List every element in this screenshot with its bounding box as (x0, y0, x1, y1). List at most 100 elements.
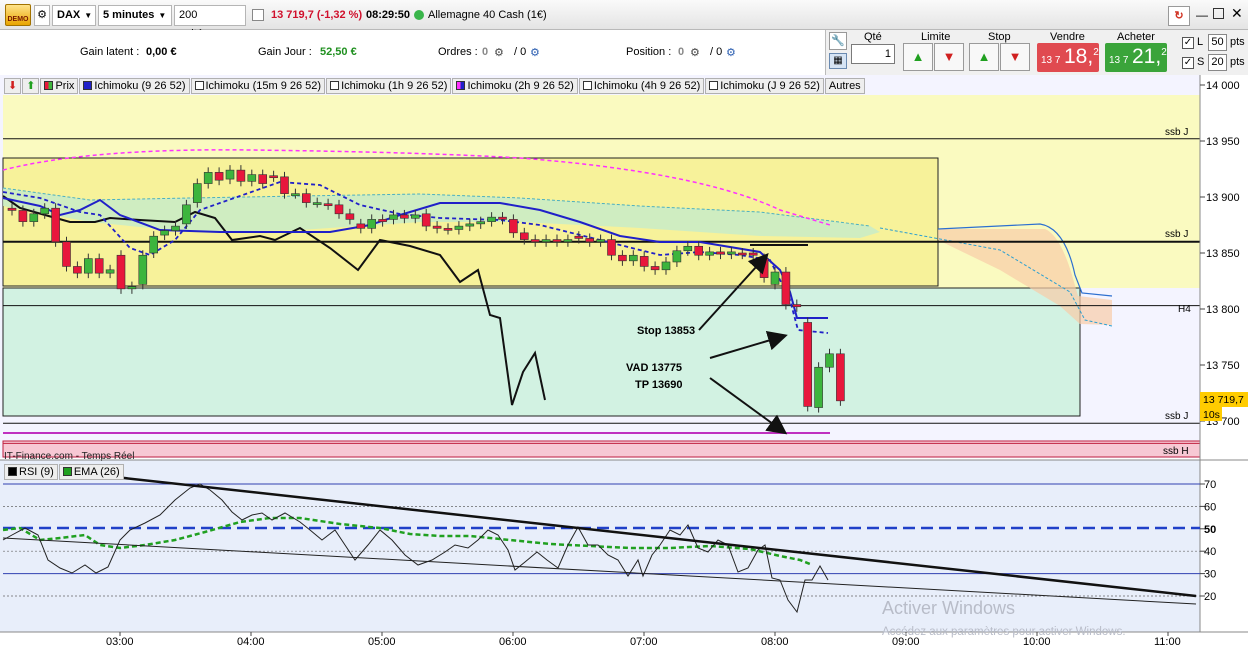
rsi-legend: RSI (9) EMA (26) (4, 464, 125, 480)
legend-ichimoku-2[interactable]: Ichimoku (15m 9 26 52) (190, 78, 326, 94)
candle-body (171, 225, 180, 231)
legend-ichimoku-6[interactable]: Ichimoku (J 9 26 52) (705, 78, 824, 94)
candle-body (410, 214, 420, 219)
candle-body (301, 193, 311, 203)
rsi-ticks: 70 60 50 40 30 20 (1200, 479, 1216, 603)
candle-body (825, 353, 834, 368)
legend-label: Ichimoku (15m 9 26 52) (205, 80, 322, 92)
checkbox-icon (709, 81, 719, 90)
stop-buy-button[interactable]: ▲ (969, 43, 999, 71)
candle-body (454, 225, 464, 230)
arrow-down-icon[interactable]: ⬇ (4, 78, 22, 94)
sell-price-digits: 18, (1064, 45, 1094, 68)
refresh-icon[interactable]: ↻ (1168, 6, 1190, 26)
color-swatch-icon (456, 81, 466, 90)
zone-box-green (2, 287, 1081, 417)
candle-body (541, 239, 551, 243)
position-total: / 0 (710, 46, 723, 58)
position-gear-icon[interactable]: ⚙ (690, 46, 700, 59)
legend-ema[interactable]: EMA (26) (58, 464, 124, 480)
price-tick-label: 13 900 (1206, 192, 1240, 204)
candle-body (323, 203, 333, 207)
legend-autres-button[interactable]: Autres (824, 78, 865, 94)
watermark-subtitle: Accédez aux paramètres pour activer Wind… (882, 626, 1126, 638)
ordres-gear-icon[interactable]: ⚙ (494, 46, 504, 59)
legend-rsi[interactable]: RSI (9) (4, 464, 58, 480)
candle-body (694, 245, 704, 256)
rsi-tick-label: 60 (1204, 501, 1216, 513)
market-status-icon (414, 10, 424, 20)
ssb-h-label: ssb H (1163, 446, 1189, 457)
time-tick-label: 11:00 (1154, 636, 1181, 648)
legend-prix-label: Prix (55, 80, 75, 92)
stop-pts-input[interactable]: 20 (1208, 54, 1227, 71)
legend-ichimoku-3[interactable]: Ichimoku (1h 9 26 52) (326, 78, 452, 94)
checkbox-icon (194, 81, 204, 90)
info-icon[interactable] (252, 9, 264, 21)
candle-body (727, 251, 736, 255)
gain-latent-label: Gain latent : (80, 46, 140, 58)
price-chart[interactable]: Stop 13853 VAD 13775 TP 13690 ssb J ssb … (0, 75, 1248, 651)
sell-button[interactable]: 13 7 18,2 (1037, 43, 1099, 72)
candle-body (356, 223, 366, 229)
candle-body (214, 172, 224, 181)
legend-label: Ichimoku (4h 9 26 52) (593, 80, 701, 92)
close-button[interactable]: ✕ (1231, 5, 1243, 22)
sell-price-decimal: 2 (1093, 47, 1099, 58)
quantity-input[interactable]: 1 (851, 44, 895, 64)
limit-pts-input[interactable]: 50 (1208, 34, 1227, 51)
legend-prix[interactable]: Prix (40, 78, 79, 94)
ordres-value: 0 (482, 46, 489, 58)
legend-ichimoku-4[interactable]: Ichimoku (2h 9 26 52) (452, 78, 578, 94)
stop-checkbox[interactable]: ✓ (1182, 57, 1194, 69)
price-tick-label: 13 750 (1206, 360, 1240, 372)
minimize-button[interactable]: — (1196, 8, 1208, 22)
qty-label: Qté (864, 31, 882, 43)
candle-body (661, 261, 671, 271)
keypad-icon[interactable]: ▦ (829, 53, 847, 69)
candle-body (748, 252, 758, 256)
ordres-settings-icon[interactable]: ⚙ (530, 46, 540, 59)
limit-checkbox[interactable]: ✓ (1182, 37, 1194, 49)
clock-time: 08:29:50 (366, 9, 411, 21)
candle-body (312, 202, 322, 205)
zone-top-yellow (3, 95, 1200, 128)
account-info-bar: Gain latent : 0,00 € Gain Jour : 52,50 €… (0, 30, 825, 75)
time-tick-label: 07:00 (630, 636, 658, 648)
candle-body (40, 207, 50, 215)
legend-ichimoku-5[interactable]: Ichimoku (4h 9 26 52) (578, 78, 705, 94)
instrument-select[interactable]: DAX ▼ (52, 5, 96, 26)
timeframe-select[interactable]: 5 minutes ▼ (98, 5, 172, 26)
candle (51, 203, 60, 247)
chart-settings-button[interactable]: ⚙ (34, 5, 50, 26)
rsi-tick-label: 30 (1204, 569, 1216, 581)
candle-body (7, 207, 17, 211)
units-select[interactable]: 200 unités▼ (174, 5, 246, 40)
arrow-up-icon[interactable]: ⬆ (22, 78, 40, 94)
candle-body (18, 210, 28, 222)
candle-body (705, 251, 714, 256)
sell-price-prefix: 13 7 (1041, 55, 1061, 66)
sell-price-main: 18,2 (1064, 45, 1099, 69)
legend-ichimoku-1[interactable]: Ichimoku (9 26 52) (79, 78, 190, 94)
buy-button[interactable]: 13 7 21,2 (1105, 43, 1167, 72)
time-tick-label: 08:00 (761, 636, 789, 648)
top-toolbar: DEMO ⚙ DAX▼ 5 minutes▼ 200 unités▼ 13 71… (0, 0, 1248, 40)
wrench-icon[interactable]: 🔧 (829, 32, 847, 50)
maximize-button[interactable] (1213, 8, 1224, 19)
limit-sell-button[interactable]: ▼ (934, 43, 964, 71)
candle-body (116, 254, 126, 290)
stop-annotation: Stop 13853 (637, 325, 695, 337)
candle-body (236, 169, 246, 182)
position-settings-icon[interactable]: ⚙ (726, 46, 736, 59)
limit-buy-button[interactable]: ▲ (903, 43, 933, 71)
stop-sell-button[interactable]: ▼ (1000, 43, 1030, 71)
candle-body (51, 207, 60, 243)
candle-body (400, 214, 409, 219)
vad-annotation: VAD 13775 (626, 362, 682, 374)
instrument-label: DAX (57, 9, 81, 21)
tp-annotation: TP 13690 (635, 379, 683, 391)
legend-label: RSI (9) (19, 466, 54, 478)
vendre-label: Vendre (1050, 31, 1085, 43)
candle-body (585, 238, 595, 243)
